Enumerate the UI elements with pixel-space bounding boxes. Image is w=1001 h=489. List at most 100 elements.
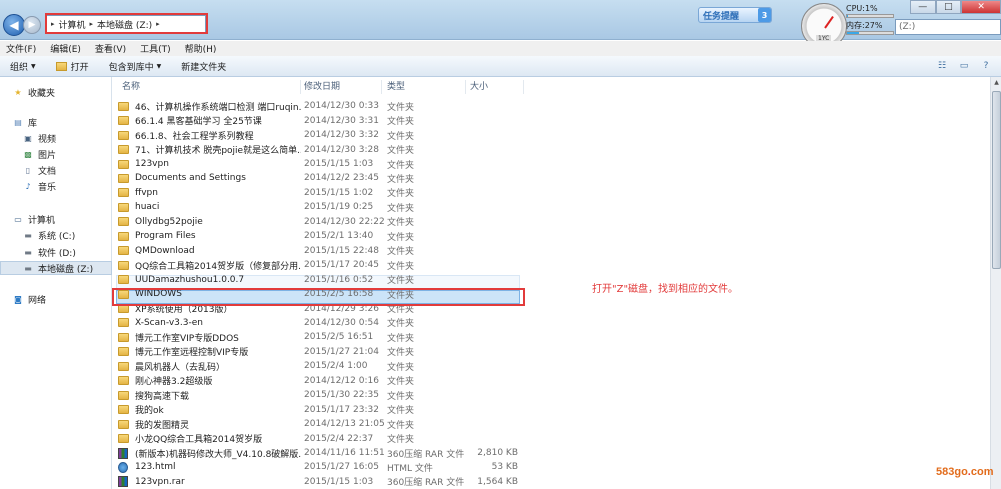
help-icon[interactable]: ? [979,60,993,72]
nav-favorites[interactable]: ★ 收藏夹 [12,86,55,99]
column-date[interactable]: 修改日期 [300,80,382,94]
include-in-library-button[interactable]: 包含到库中 ▼ [109,60,162,73]
scrollbar-thumb[interactable] [992,91,1001,269]
gauge-needle [824,15,834,29]
column-type[interactable]: 类型 [383,80,466,94]
file-row[interactable]: 66.1.8、社会工程学系列教程 2014/12/30 3:32 文件夹 [118,128,526,142]
file-row[interactable]: 博元工作室远程控制VIP专版 2015/1/27 21:04 文件夹 [118,345,526,359]
nav-drive-z[interactable]: ▬ 本地磁盘 (Z:) [22,262,93,275]
nav-network[interactable]: ◙ 网络 [12,293,46,306]
file-row[interactable]: 搜狗高速下载 2015/1/30 22:35 文件夹 [118,388,526,402]
file-row[interactable]: 我的ok 2015/1/17 23:32 文件夹 [118,402,526,416]
file-row[interactable]: 刚心神器3.2超级版 2014/12/12 0:16 文件夹 [118,374,526,388]
nav-drive-d[interactable]: ▬ 软件 (D:) [22,246,76,259]
file-type: 文件夹 [387,435,415,446]
nav-lib-videos[interactable]: ▣ 视频 [22,132,56,145]
file-date: 2014/11/16 11:51 [304,448,385,459]
file-name-cell: ffvpn [118,188,301,198]
file-date: 2015/1/15 1:03 [304,159,374,170]
file-name: 小龙QQ综合工具箱2014贺岁版 [135,435,263,446]
file-row[interactable]: UUDamazhushou1.0.0.7 2015/1/16 0:52 文件夹 [118,272,526,286]
file-name: 刚心神器3.2超级版 [135,377,213,388]
nav-favorites-label: 收藏夹 [28,89,56,99]
file-row[interactable]: 博元工作室VIP专版DDOS 2015/2/5 16:51 文件夹 [118,330,526,344]
nav-libraries[interactable]: ▤ 库 [12,116,37,129]
menu-view[interactable]: 查看(V) [95,42,126,55]
file-row[interactable]: Documents and Settings 2014/12/2 23:45 文件夹 [118,171,526,185]
file-type: 文件夹 [387,131,415,142]
menu-tools[interactable]: 工具(T) [140,42,171,55]
menu-help[interactable]: 帮助(H) [185,42,217,55]
file-row[interactable]: Ollydbg52pojie 2014/12/30 22:22 文件夹 [118,215,526,229]
nav-drive-c[interactable]: ▬ 系统 (C:) [22,229,75,242]
file-name-cell: 71、计算机技术 脱壳pojie就是这么简单... [118,143,301,156]
file-row[interactable]: QMDownload 2015/1/15 22:48 文件夹 [118,244,526,258]
file-row[interactable]: (新版本)机器码修改大师_V4.10.8破解版... 2014/11/16 11:… [118,446,526,460]
nav-computer[interactable]: ▭ 计算机 [12,213,55,226]
explorer-window: ◀ ▶ ▸ 计算机 ▸ 本地磁盘 (Z:) ▸ 任务提醒 3 1YC CPU:1… [0,0,1001,489]
nav-libraries-label: 库 [28,119,38,129]
menu-file[interactable]: 文件(F) [6,42,36,55]
file-type: 文件夹 [387,102,415,113]
nav-computer-label: 计算机 [28,216,56,226]
nav-lib-pictures[interactable]: ▩ 图片 [22,148,56,161]
file-row[interactable]: huaci 2015/1/19 0:25 文件夹 [118,200,526,214]
document-icon: ▯ [25,166,31,175]
file-row[interactable]: 晨风机器人（去乱码） 2015/2/4 1:00 文件夹 [118,359,526,373]
search-input[interactable]: (Z:) [895,19,1001,35]
file-type: 文件夹 [387,276,415,287]
file-row[interactable]: X-Scan-v3.3-en 2014/12/30 0:54 文件夹 [118,316,526,330]
column-name[interactable]: 名称 [118,80,301,94]
folder-icon [118,405,129,415]
file-name: huaci [135,202,160,213]
file-row[interactable]: 71、计算机技术 脱壳pojie就是这么简单... 2014/12/30 3:28… [118,142,526,156]
vertical-scrollbar[interactable]: ▲ [990,77,1001,489]
file-name-cell: QMDownload [118,246,301,256]
column-size[interactable]: 大小 [466,80,524,94]
cpu-label: CPU:1% [846,4,878,13]
file-name: QQ综合工具箱2014贺岁版（修复部分用... [135,261,301,272]
file-row[interactable]: QQ综合工具箱2014贺岁版（修复部分用... 2015/1/17 20:45 文件… [118,258,526,272]
forward-button[interactable]: ▶ [23,16,41,34]
file-row[interactable]: Program Files 2015/2/1 13:40 文件夹 [118,229,526,243]
preview-pane-icon[interactable]: ▭ [957,60,971,72]
file-name: 我的ok [135,406,164,417]
menu-edit[interactable]: 编辑(E) [50,42,81,55]
file-date: 2015/1/27 21:04 [304,346,379,357]
file-type: 文件夹 [387,203,415,214]
nav-lib-music[interactable]: ♪ 音乐 [22,180,56,193]
scroll-up-icon[interactable]: ▲ [992,79,1001,88]
back-button[interactable]: ◀ [3,14,25,36]
minimize-button[interactable]: — [910,0,936,14]
task-reminder-badge[interactable]: 任务提醒 3 [698,7,772,23]
folder-icon [118,202,129,212]
new-folder-button[interactable]: 新建文件夹 [181,60,226,73]
file-date: 2015/1/19 0:25 [304,202,374,213]
file-name: Program Files [135,231,196,242]
maximize-button[interactable]: □ [935,0,962,14]
file-row[interactable]: 66.1.4 黑客基础学习 全25节课 2014/12/30 3:31 文件夹 [118,113,526,127]
file-row[interactable]: 46、计算机操作系统端口检测 端口ruqin... 2014/12/30 0:33… [118,99,526,113]
folder-icon [118,260,129,270]
cpu-bar [846,14,894,18]
file-row[interactable]: ffvpn 2015/1/15 1:02 文件夹 [118,186,526,200]
close-button[interactable]: ✕ [961,0,1001,14]
file-size: 1,564 KB [477,476,518,487]
column-headers: 名称 修改日期 类型 大小 [112,80,532,94]
view-options-icon[interactable]: ☷ [935,60,949,72]
file-row[interactable]: 123vpn 2015/1/15 1:03 文件夹 [118,157,526,171]
drive-icon: ▬ [24,248,32,257]
memory-bar-fill [847,32,860,34]
file-row[interactable]: 小龙QQ综合工具箱2014贺岁版 2015/2/4 22:37 文件夹 [118,431,526,445]
file-date: 2014/12/30 3:31 [304,115,379,126]
nav-lib-documents[interactable]: ▯ 文档 [22,164,56,177]
folder-icon [118,145,129,155]
file-row[interactable]: 123vpn.rar 2015/1/15 1:03 360压缩 RAR 文件 1,56… [118,475,526,489]
file-date: 2014/12/13 21:05 [304,419,385,430]
organize-button[interactable]: 组织 ▼ [10,60,36,73]
rar-archive-icon [118,476,128,488]
file-row[interactable]: 123.html 2015/1/27 16:05 HTML 文件 53 KB [118,460,526,474]
file-row[interactable]: 我的发图精灵 2014/12/13 21:05 文件夹 [118,417,526,431]
file-type: 文件夹 [387,146,415,157]
open-button[interactable]: 打开 [55,60,89,73]
